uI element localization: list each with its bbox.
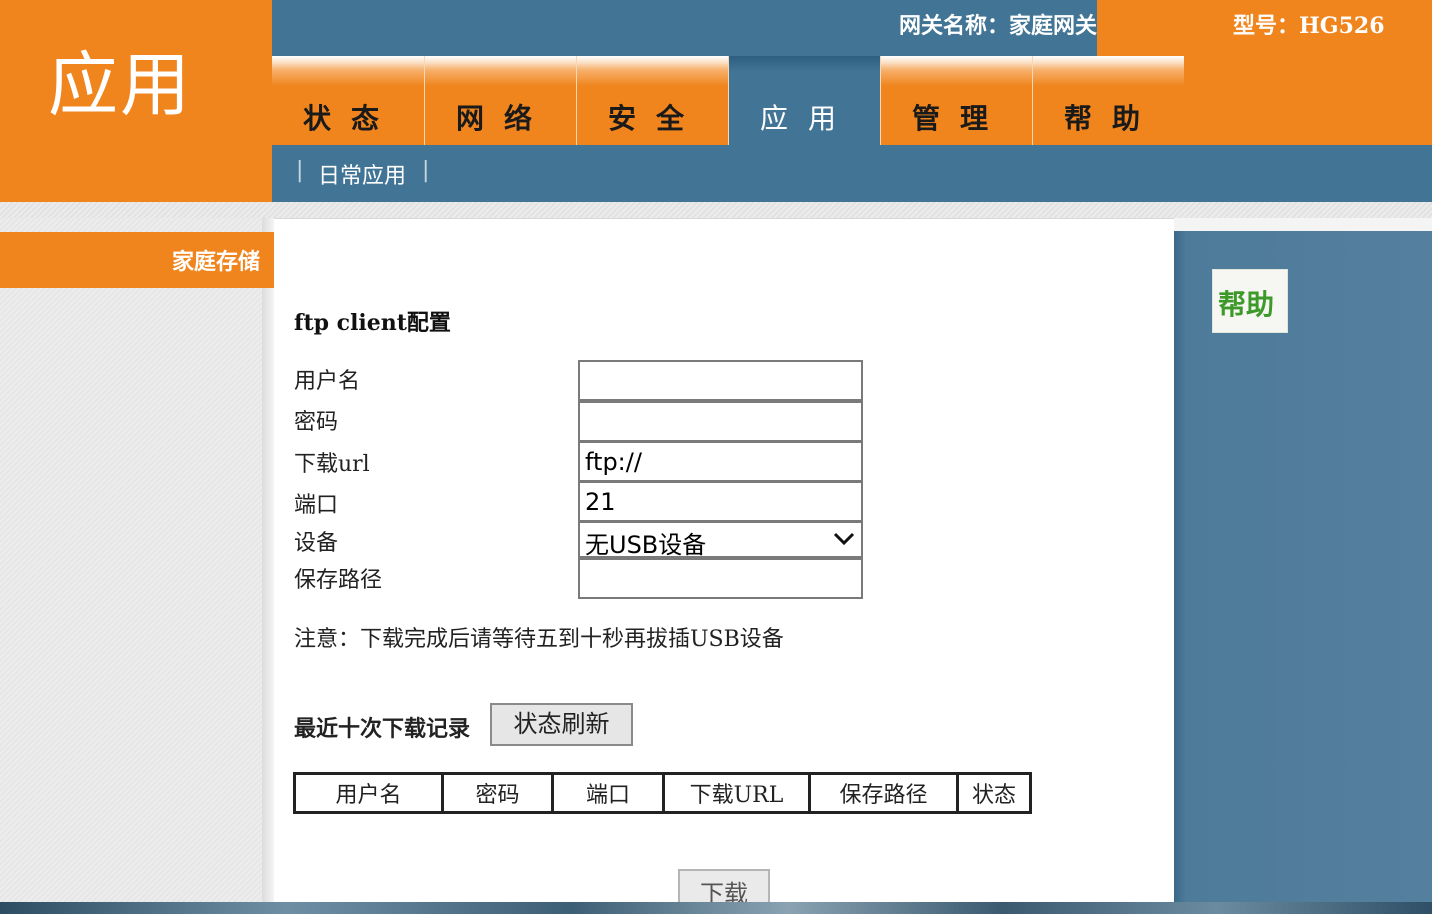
sidebar-item-label: 家庭存储 bbox=[171, 249, 260, 275]
model-label: 型号：HG526 bbox=[1233, 13, 1385, 39]
usb-note: 注意：下载完成后请等待五到十秒再拔插USB设备 bbox=[294, 627, 784, 652]
tab-network[interactable]: 网络 bbox=[424, 56, 576, 145]
help-panel: 帮助 bbox=[1174, 231, 1432, 902]
tab-security[interactable]: 安全 bbox=[576, 56, 728, 145]
subnav-separator: | bbox=[296, 158, 304, 183]
download-records-table: 用户名 密码 端口 下载URL 保存路径 状态 bbox=[293, 772, 1032, 814]
right-top-strip bbox=[1174, 218, 1432, 231]
main-nav: 状态 网络 安全 应用 管理 帮助 bbox=[272, 56, 1432, 145]
sub-nav: | 日常应用 | bbox=[272, 145, 1432, 202]
left-sidebar bbox=[0, 218, 272, 902]
tab-label: 安全 bbox=[608, 102, 705, 135]
tab-label: 网络 bbox=[456, 102, 553, 135]
device-select[interactable]: 无USB设备 bbox=[578, 521, 863, 559]
refresh-status-button[interactable]: 状态刷新 bbox=[490, 703, 633, 746]
nav-filler bbox=[1184, 56, 1432, 145]
help-label: 帮助 bbox=[1218, 288, 1275, 321]
main-content: ftp client配置 用户名 密码 下载url 端口 设备 无USB设备 保… bbox=[274, 218, 1174, 902]
table-header-row: 用户名 密码 端口 下载URL 保存路径 状态 bbox=[293, 772, 1032, 814]
username-label: 用户名 bbox=[294, 369, 361, 394]
tab-application[interactable]: 应用 bbox=[728, 56, 880, 145]
column-header-port: 端口 bbox=[551, 772, 665, 814]
form-title: ftp client配置 bbox=[294, 310, 451, 336]
tab-label: 应用 bbox=[760, 102, 857, 135]
device-select-value: 无USB设备 bbox=[585, 531, 707, 559]
header-top-bar: 网关名称：家庭网关 bbox=[272, 0, 1097, 56]
column-header-status: 状态 bbox=[956, 772, 1032, 814]
records-label: 最近十次下载记录 bbox=[294, 716, 471, 742]
tab-status[interactable]: 状态 bbox=[272, 56, 424, 145]
header-model-bar: 型号：HG526 bbox=[1097, 0, 1432, 56]
column-header-username: 用户名 bbox=[293, 772, 444, 814]
tab-label: 状态 bbox=[303, 102, 400, 135]
column-header-password: 密码 bbox=[441, 772, 554, 814]
sidebar-item-home-storage[interactable]: 家庭存储 bbox=[0, 232, 274, 288]
password-label: 密码 bbox=[294, 410, 339, 435]
url-label: 下载url bbox=[294, 452, 370, 477]
section-title: 应用 bbox=[48, 44, 192, 126]
bottom-decoration bbox=[0, 902, 1432, 914]
download-button[interactable]: 下载 bbox=[678, 869, 770, 902]
column-header-save-path: 保存路径 bbox=[808, 772, 959, 814]
port-input[interactable] bbox=[578, 481, 863, 522]
username-input[interactable] bbox=[578, 360, 863, 401]
save-path-input[interactable] bbox=[578, 558, 863, 599]
chevron-down-icon bbox=[833, 532, 855, 546]
subnav-item-daily-apps[interactable]: 日常应用 bbox=[318, 158, 406, 190]
url-input[interactable] bbox=[578, 441, 863, 482]
gateway-name: 网关名称：家庭网关 bbox=[898, 13, 1097, 39]
password-input[interactable] bbox=[578, 401, 863, 442]
divider-band bbox=[0, 202, 1432, 218]
help-button[interactable]: 帮助 bbox=[1212, 269, 1288, 333]
tab-label: 帮助 bbox=[1064, 102, 1161, 135]
column-header-url: 下载URL bbox=[662, 772, 811, 814]
tab-help[interactable]: 帮助 bbox=[1032, 56, 1184, 145]
tab-label: 管理 bbox=[912, 102, 1009, 135]
device-label: 设备 bbox=[294, 531, 339, 556]
save-path-label: 保存路径 bbox=[294, 568, 383, 593]
subnav-separator: | bbox=[422, 158, 430, 183]
header-left-panel: 应用 bbox=[0, 0, 272, 202]
tab-management[interactable]: 管理 bbox=[880, 56, 1032, 145]
sidebar-edge bbox=[262, 218, 274, 902]
port-label: 端口 bbox=[294, 493, 339, 518]
